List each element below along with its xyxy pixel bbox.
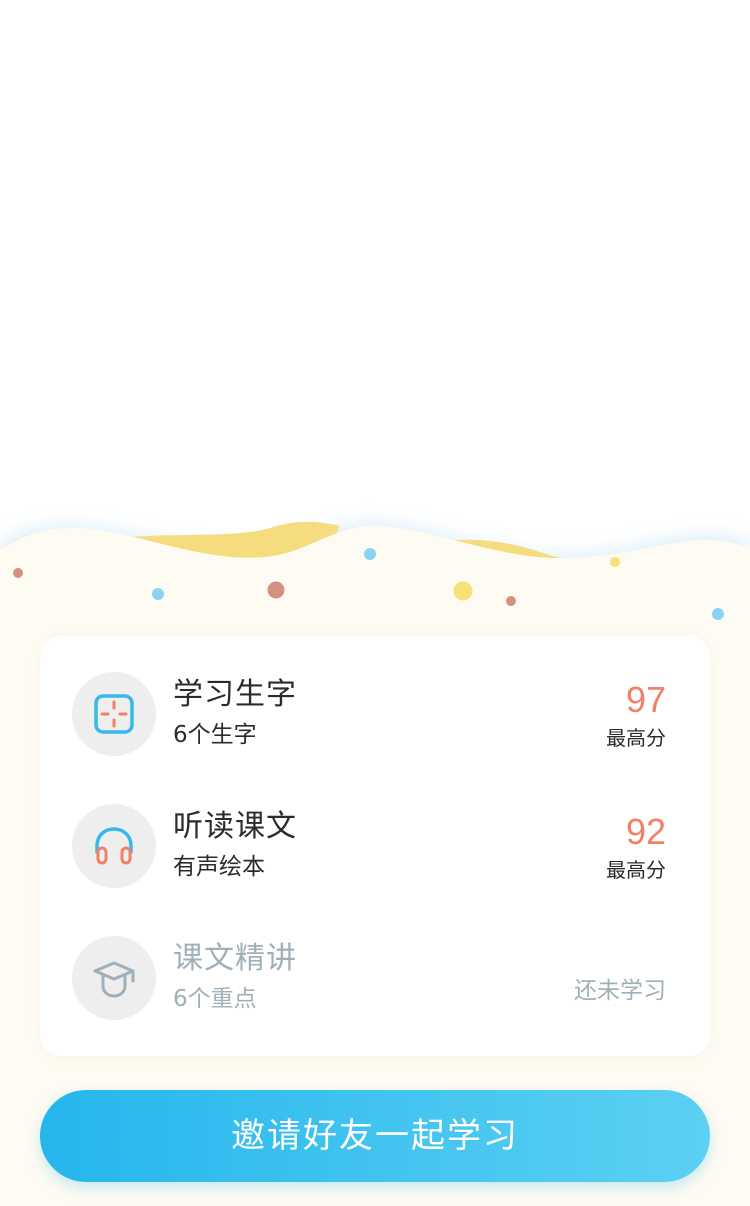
confetti-dot: [506, 596, 516, 606]
headphones-icon: [95, 827, 133, 865]
task-title: 听读课文: [173, 809, 297, 844]
graduation-cap-icon: [93, 961, 135, 998]
hero-area: [0, 0, 750, 520]
best-score-label: 最高分: [606, 858, 666, 882]
task-icon-badge: [72, 804, 156, 888]
confetti-dot: [267, 581, 285, 599]
task-title: 学习生字: [173, 677, 297, 712]
confetti-dot: [13, 568, 23, 578]
character-box-icon: [94, 694, 134, 734]
confetti-dot: [152, 588, 164, 600]
best-score: 92: [625, 811, 666, 852]
task-icon-badge: [72, 936, 156, 1020]
best-score-label: 最高分: [606, 726, 666, 750]
confetti-dot: [364, 548, 376, 560]
invite-friends-button[interactable]: 邀请好友一起学习: [40, 1090, 710, 1182]
best-score: 97: [625, 679, 666, 720]
task-card: 学习生字 6个生字 97 最高分 听读课文 有声绘本 92 最高分 课文精讲 6…: [40, 636, 710, 1056]
task-item-listen-read[interactable]: 听读课文 有声绘本 92 最高分: [40, 768, 710, 900]
task-item-lesson-explanation[interactable]: 课文精讲 6个重点 还未学习: [40, 900, 710, 1032]
task-status: 还未学习: [574, 978, 666, 1004]
task-subtitle: 有声绘本: [173, 854, 265, 880]
confetti-dot: [610, 557, 620, 567]
task-subtitle: 6个重点: [173, 986, 257, 1012]
task-title: 课文精讲: [173, 941, 297, 976]
confetti-dot: [453, 581, 473, 601]
confetti-dot: [712, 608, 724, 620]
task-item-learn-characters[interactable]: 学习生字 6个生字 97 最高分: [40, 636, 710, 768]
task-icon-badge: [72, 672, 156, 756]
task-subtitle: 6个生字: [173, 722, 257, 748]
